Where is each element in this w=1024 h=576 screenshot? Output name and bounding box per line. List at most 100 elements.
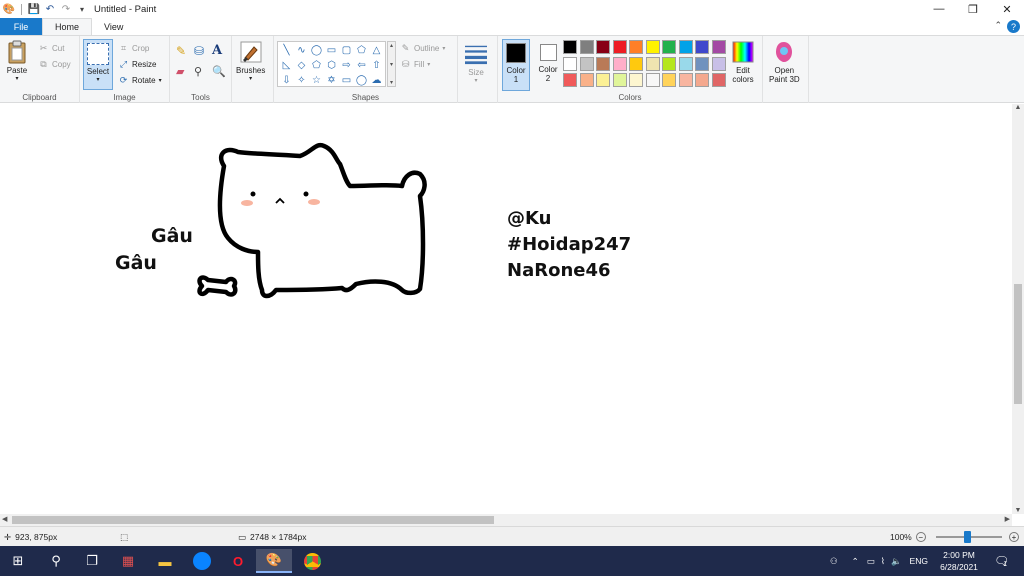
palette-swatch[interactable] [612,56,627,71]
eraser-icon[interactable]: ▰ [176,64,184,78]
copy-button[interactable]: ⧉ Copy [38,57,70,71]
cut-button[interactable]: ✂ Cut [38,41,65,55]
tab-view[interactable]: View [92,18,135,35]
horizontal-scrollbar[interactable]: ◀ ▶ [0,514,1012,526]
shapes-gallery[interactable]: ╲ ∿ ◯ ▭ ▢ ⬠ △ ◺ ◇ ⬠ ⬡ ⇨ ⇦ ⇧ ⇩ ✧ ☆ ✡ ▭ ◯ [277,41,386,87]
battery-icon[interactable]: ▭ [867,556,875,567]
collapse-ribbon-icon[interactable]: ⌃ [994,20,1002,31]
palette-swatch[interactable] [678,56,693,71]
palette-swatch[interactable] [695,40,709,54]
left-arrow-shape-icon[interactable]: ⇦ [354,58,369,73]
rotate-button[interactable]: ⟳ Rotate ▾ [118,73,162,87]
palette-swatch[interactable] [711,40,726,54]
fill-bucket-icon[interactable]: ⛁ [194,44,204,58]
palette-swatch[interactable] [645,56,660,71]
color-picker-icon[interactable]: ⚲ [194,64,202,78]
size-button[interactable]: Size ▾ [465,42,487,84]
save-icon[interactable]: 💾 [28,3,40,15]
palette-swatch[interactable] [579,40,594,54]
brushes-button[interactable]: Brushes ▾ [236,40,265,82]
horizontal-scroll-thumb[interactable] [12,516,494,524]
tab-file[interactable]: File [0,18,42,35]
scroll-up-icon[interactable]: ▲ [1012,104,1024,111]
vertical-scroll-thumb[interactable] [1014,284,1022,404]
shapes-scrollbar[interactable]: ▴ ▾ ▾ [387,41,396,87]
callout-oval-icon[interactable]: ◯ [354,73,369,88]
palette-swatch[interactable] [596,73,610,87]
zoom-out-icon[interactable]: − [915,532,926,542]
search-icon[interactable]: ⚲ [38,549,74,573]
edit-colors-button[interactable]: Edit colors [732,40,754,84]
help-icon[interactable]: ? [1007,20,1020,33]
pencil-icon[interactable]: ✎ [176,44,186,58]
up-arrow-shape-icon[interactable]: ⇧ [369,58,384,73]
resize-button[interactable]: ⤢ Resize [118,57,157,71]
palette-swatch[interactable] [563,73,577,87]
pentagon-shape-icon[interactable]: ⬠ [309,58,324,73]
palette-swatch[interactable] [579,73,594,87]
polygon-shape-icon[interactable]: ⬠ [354,43,369,58]
select-button[interactable]: Select ▾ [83,39,113,90]
rounded-rectangle-shape-icon[interactable]: ▢ [339,43,354,58]
palette-swatch[interactable] [596,56,610,71]
drawing-canvas[interactable]: Gâu Gâu @Ku #Hoidap247 NaRone46 [0,104,1012,514]
opera-icon[interactable]: O [220,549,256,573]
color2-button[interactable]: Color 2 [534,39,562,91]
oval-shape-icon[interactable]: ◯ [309,43,324,58]
chrome-icon[interactable] [294,549,330,573]
callout-cloud-icon[interactable]: ☁ [369,73,384,88]
right-arrow-shape-icon[interactable]: ⇨ [339,58,354,73]
text-tool-icon[interactable]: A [212,43,222,58]
palette-swatch[interactable] [596,40,610,54]
paint-app-icon[interactable]: 🎨 [3,3,15,15]
palette-swatch[interactable] [629,40,643,54]
line-shape-icon[interactable]: ╲ [279,43,294,58]
scroll-down-icon[interactable]: ▼ [1012,507,1024,514]
palette-swatch[interactable] [662,73,676,87]
vertical-scrollbar[interactable]: ▲ ▼ [1012,104,1024,514]
four-point-star-icon[interactable]: ✧ [294,73,309,88]
taskbar-clock[interactable]: 2:00 PM 6/28/2021 [930,549,988,573]
diamond-shape-icon[interactable]: ◇ [294,58,309,73]
palette-swatch[interactable] [563,56,577,71]
paint-taskbar-icon[interactable]: 🎨 [256,549,292,573]
zalo-icon[interactable] [184,549,220,573]
palette-swatch[interactable] [645,40,660,54]
palette-swatch[interactable] [678,73,693,87]
windows-start-icon[interactable]: ⊞ [0,549,36,573]
palette-swatch[interactable] [662,40,676,54]
people-icon[interactable]: ⚇ [830,556,838,567]
show-hidden-icons-icon[interactable]: ⌃ [852,556,859,567]
magnifier-icon[interactable]: 🔍 [212,64,226,78]
minimize-button[interactable]: — [922,0,956,18]
down-arrow-shape-icon[interactable]: ⇩ [279,73,294,88]
palette-swatch[interactable] [711,56,726,71]
close-button[interactable]: ✕ [990,0,1024,18]
right-triangle-shape-icon[interactable]: ◺ [279,58,294,73]
volume-icon[interactable]: 🔈 [891,556,902,567]
palette-swatch[interactable] [695,73,709,87]
network-icon[interactable]: ⌇ [881,556,885,567]
scroll-left-icon[interactable]: ◀ [2,514,7,526]
palette-swatch[interactable] [629,73,643,87]
restore-button[interactable]: ❐ [956,0,990,18]
palette-swatch[interactable] [563,40,577,54]
palette-swatch[interactable] [678,40,693,54]
chevron-down-icon[interactable]: ▾ [390,61,393,68]
crop-button[interactable]: ⌗ Crop [118,41,149,55]
store-app-icon[interactable]: ▦ [110,549,146,573]
tab-home[interactable]: Home [42,18,93,35]
zoom-slider-thumb[interactable] [964,531,971,543]
open-paint3d-button[interactable]: Open Paint 3D [769,40,800,84]
rectangle-shape-icon[interactable]: ▭ [324,43,339,58]
outline-button[interactable]: ✎ Outline ▾ [400,41,446,55]
triangle-shape-icon[interactable]: △ [369,43,384,58]
hexagon-shape-icon[interactable]: ⬡ [324,58,339,73]
palette-swatch[interactable] [579,56,594,71]
scroll-right-icon[interactable]: ▶ [1005,514,1010,526]
palette-swatch[interactable] [612,40,627,54]
task-view-icon[interactable]: ❐ [74,549,110,573]
color1-button[interactable]: Color 1 [502,39,530,91]
six-point-star-icon[interactable]: ✡ [324,73,339,88]
callout-rect-icon[interactable]: ▭ [339,73,354,88]
